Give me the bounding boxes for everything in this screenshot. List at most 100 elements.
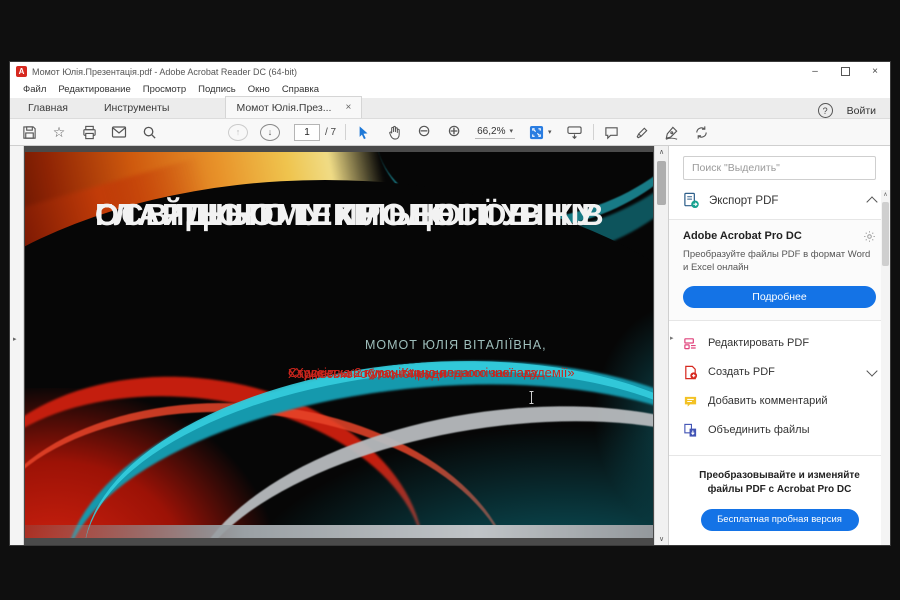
free-trial-button[interactable]: Бесплатная пробная версия: [701, 509, 859, 531]
text-cursor-icon: [527, 390, 536, 405]
menu-edit[interactable]: Редактирование: [52, 84, 136, 95]
close-button[interactable]: ×: [860, 62, 890, 81]
envelope-icon: [111, 125, 127, 139]
search-input[interactable]: [683, 156, 876, 180]
trial-promo-text: Преобразовывайте и изменяйте файлы PDF с…: [683, 469, 876, 497]
window-title: Момот Юлія.Презентація.pdf - Adobe Acrob…: [32, 67, 800, 77]
zoom-level-control[interactable]: 66,2% ▾: [475, 126, 515, 139]
scrolling-mode-button[interactable]: [566, 121, 584, 143]
tab-document-label: Момот Юлія.През...: [236, 102, 331, 114]
zoom-level-value: 66,2%: [477, 126, 505, 137]
scrollbar-thumb[interactable]: [882, 202, 889, 266]
comment-button[interactable]: [603, 121, 621, 143]
restore-icon: [841, 67, 850, 76]
hand-tool-button[interactable]: [385, 121, 403, 143]
save-icon: [22, 125, 37, 140]
promo-text: Преобразуйте файлы PDF в формат Word и E…: [683, 249, 876, 275]
tab-home[interactable]: Главная: [10, 97, 86, 118]
scrollbar-thumb[interactable]: [657, 161, 666, 205]
trial-promo: Преобразовывайте и изменяйте файлы PDF с…: [669, 455, 890, 531]
menu-sign[interactable]: Подпись: [192, 84, 242, 95]
edit-pdf-icon: [683, 336, 698, 351]
navigation-pane-strip[interactable]: ▸: [10, 146, 24, 545]
create-pdf-icon: [683, 365, 698, 380]
fit-page-button[interactable]: [527, 121, 545, 143]
add-comment-icon: [683, 394, 698, 409]
export-pdf-label: Экспорт PDF: [709, 195, 778, 207]
previous-page-button[interactable]: ↑: [228, 124, 248, 141]
combine-files-row[interactable]: Объединить файлы: [683, 416, 876, 445]
page-number-input[interactable]: 1: [294, 124, 320, 141]
find-button[interactable]: [140, 121, 158, 143]
menu-window[interactable]: Окно: [242, 84, 276, 95]
fill-sign-button[interactable]: [663, 121, 681, 143]
restore-button[interactable]: [830, 62, 860, 81]
zoom-in-button[interactable]: ⊕: [445, 121, 463, 143]
favorites-button[interactable]: ☆: [50, 121, 68, 143]
zoom-in-icon: ⊕: [447, 124, 460, 140]
document-scrollbar[interactable]: ∧ ∨: [654, 146, 668, 545]
promo-title: Adobe Acrobat Pro DC: [683, 230, 802, 242]
learn-more-button[interactable]: Подробнее: [683, 286, 876, 308]
scroll-up-icon[interactable]: ∧: [655, 148, 668, 156]
menu-help[interactable]: Справка: [276, 84, 325, 95]
edit-pdf-row[interactable]: Редактировать PDF: [683, 329, 876, 358]
export-pdf-icon: [683, 192, 700, 209]
fountain-pen-icon: [664, 125, 679, 140]
combine-files-icon: [683, 423, 698, 438]
printer-icon: [82, 125, 97, 140]
save-button[interactable]: [20, 121, 38, 143]
pdf-page[interactable]: ГЛАЙДИНГ-ТЕХНОЛОГІЇ В ОСВІТНЬОМУ ПРОЦЕСІ…: [25, 152, 653, 538]
chevron-down-icon: [866, 365, 877, 376]
tab-document[interactable]: Момот Юлія.През... ×: [225, 96, 362, 118]
page-total-label: / 7: [325, 127, 336, 138]
help-icon[interactable]: ?: [818, 103, 833, 118]
add-comment-row[interactable]: Добавить комментарий: [683, 387, 876, 416]
menu-file[interactable]: Файл: [17, 84, 52, 95]
tab-tools[interactable]: Инструменты: [86, 97, 187, 118]
highlight-button[interactable]: [633, 121, 651, 143]
toolbar-separator: [593, 124, 594, 140]
toolbar: ☆ ↑ ↓ 1 / 7 ⊖ ⊕ 66,2% ▾ ▾: [10, 119, 890, 146]
slide-gray-floor: [25, 525, 653, 538]
tab-bar: Главная Инструменты Момот Юлія.През... ×…: [10, 98, 890, 119]
print-button[interactable]: [80, 121, 98, 143]
scroll-up-icon[interactable]: ∧: [881, 191, 890, 198]
document-pane: ГЛАЙДИНГ-ТЕХНОЛОГІЇ В ОСВІТНЬОМУ ПРОЦЕСІ…: [24, 146, 654, 545]
gear-icon: [863, 230, 876, 243]
panel-collapse-icon[interactable]: ▸: [670, 334, 674, 342]
comment-bubble-icon: [604, 125, 619, 140]
tool-list: Редактировать PDF Создать PDF Добавить к…: [669, 321, 890, 451]
tab-close-icon[interactable]: ×: [345, 102, 351, 113]
minimize-button[interactable]: –: [800, 62, 830, 81]
menu-bar: Файл Редактирование Просмотр Подпись Окн…: [10, 81, 890, 98]
export-pdf-row[interactable]: Экспорт PDF: [669, 180, 890, 219]
nav-expand-icon[interactable]: ▸: [13, 335, 17, 343]
panel-scrollbar[interactable]: ∧: [881, 190, 890, 545]
acrobat-window: A Момот Юлія.Презентація.pdf - Adobe Acr…: [10, 62, 890, 545]
zoom-out-button[interactable]: ⊖: [415, 121, 433, 143]
selection-tool-button[interactable]: [355, 121, 373, 143]
content-area: ▸ ГЛАЙДИНГ-ТЕХНОЛОГІЇ В ОС: [10, 146, 890, 545]
next-page-button[interactable]: ↓: [260, 124, 280, 141]
convert-icon: [694, 125, 709, 140]
toolbar-separator: [345, 124, 346, 140]
create-pdf-row[interactable]: Создать PDF: [683, 358, 876, 387]
sign-in-button[interactable]: Войти: [847, 105, 876, 117]
slide-author: МОМОТ ЮЛІЯ ВІТАЛІЇВНА,: [365, 338, 625, 352]
menu-view[interactable]: Просмотр: [137, 84, 192, 95]
search-icon: [142, 125, 157, 140]
acrobat-app-icon: A: [16, 66, 27, 77]
title-bar: A Момот Юлія.Презентація.pdf - Adobe Acr…: [10, 62, 890, 81]
highlighter-icon: [634, 125, 649, 140]
scroll-down-icon[interactable]: ∨: [655, 535, 668, 543]
fit-page-icon: [529, 125, 544, 140]
acrobat-pro-promo: Adobe Acrobat Pro DC Преобразуйте файлы …: [669, 219, 890, 321]
zoom-dropdown-icon: ▾: [509, 127, 513, 135]
fit-page-dropdown-icon[interactable]: ▾: [548, 128, 552, 136]
tools-panel: ▸ Экспорт PDF Adobe Acrobat Pro DC Преоб…: [668, 146, 890, 545]
star-icon: ☆: [53, 125, 66, 139]
email-button[interactable]: [110, 121, 128, 143]
scrolling-display-icon: [566, 125, 583, 140]
convert-tools-button[interactable]: [693, 121, 711, 143]
